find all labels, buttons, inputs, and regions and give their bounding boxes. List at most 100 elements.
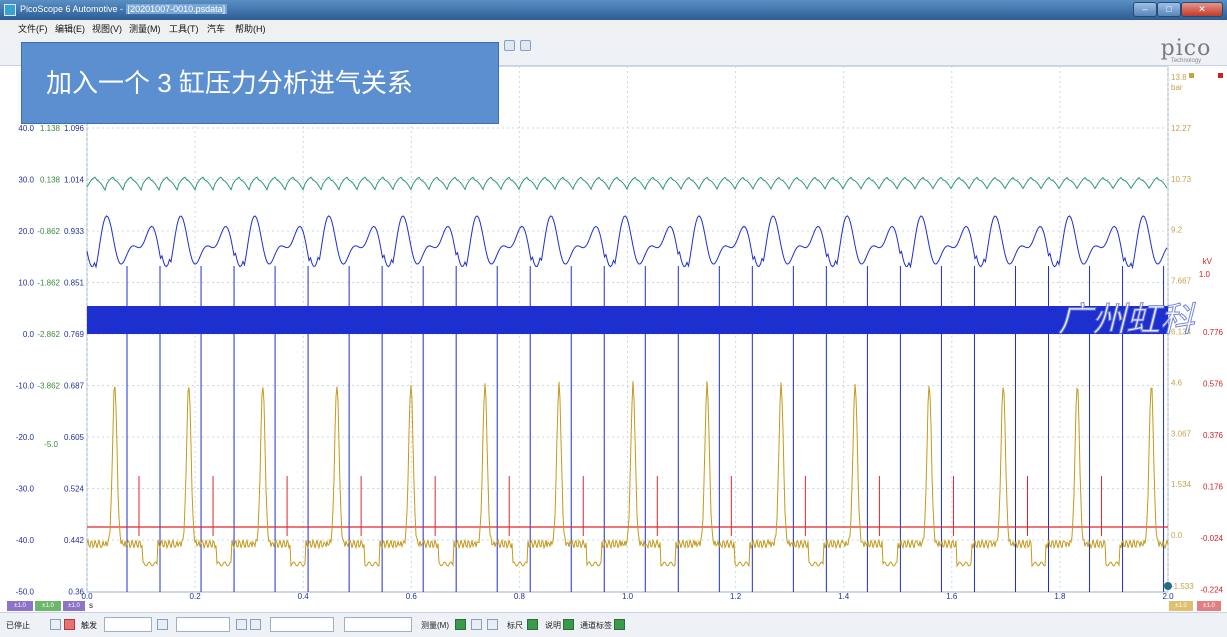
right-axis-kv-label: -0.224 bbox=[1200, 586, 1223, 595]
ruler-label[interactable]: 标尺 bbox=[507, 620, 523, 631]
right-axis-pressure-label: 3.067 bbox=[1171, 429, 1192, 438]
left-axis-a-label: 40.0 bbox=[18, 124, 34, 133]
right-axis-kv-label: 0.576 bbox=[1203, 380, 1224, 389]
trigger-mode-select[interactable] bbox=[104, 617, 152, 632]
left-axis-b-label: -2.862 bbox=[37, 330, 60, 339]
maximize-button[interactable]: □ bbox=[1157, 2, 1181, 17]
left-axis-a-label: -40.0 bbox=[16, 536, 35, 545]
right-axis-kv-label: -0.024 bbox=[1200, 534, 1223, 543]
left-axis-c-label: 0.442 bbox=[64, 536, 85, 545]
left-axis-c-label: 0.851 bbox=[64, 279, 85, 288]
left-axis-b-label: -0.862 bbox=[37, 227, 60, 236]
picoscope-app-icon bbox=[4, 4, 16, 16]
annotation-text: 加入一个 3 缸压力分析进气关系 bbox=[46, 68, 413, 98]
channel-a-range-badge[interactable]: ±1.0 bbox=[7, 601, 33, 611]
left-axis-a-label: -50.0 bbox=[16, 588, 35, 597]
close-button[interactable]: ✕ bbox=[1181, 2, 1223, 17]
scope-view[interactable]: 40.0 1.138 1.096 30.0 0.138 1.014 20.0 -0.862 0.… bbox=[0, 66, 1227, 626]
notes-icon[interactable] bbox=[563, 619, 574, 630]
add-measurement-icon[interactable] bbox=[455, 619, 466, 630]
channel-e-range-badge[interactable]: ±1.0 bbox=[1197, 601, 1221, 611]
left-axis-b-extra-label: -5.0 bbox=[44, 440, 58, 449]
stop-capture-icon[interactable] bbox=[64, 619, 75, 630]
document-title: [20201007-0010.psdata] bbox=[125, 4, 228, 14]
menu-bar: 文件(F) 编辑(E) 视图(V) 测量(M) 工具(T) 汽车 帮助(H) bbox=[0, 20, 1227, 34]
x-axis-unit: s bbox=[89, 601, 93, 610]
waveform-plot[interactable]: 40.0 1.138 1.096 30.0 0.138 1.014 20.0 -0.862 0.… bbox=[0, 66, 1227, 626]
left-axis-b-label: -1.862 bbox=[37, 279, 60, 288]
left-axis-b-label: -3.862 bbox=[37, 382, 60, 391]
right-axis-pressure-label: 9.2 bbox=[1171, 226, 1183, 235]
x-tick-label: 0.0 bbox=[81, 592, 93, 601]
pretrigger-field[interactable] bbox=[344, 617, 412, 632]
x-tick-label: 2.0 bbox=[1162, 592, 1174, 601]
channel-kv-marker bbox=[1218, 73, 1223, 78]
right-axis-pressure-label: 13.8 bbox=[1171, 73, 1187, 82]
left-axis-a-label: -20.0 bbox=[16, 433, 35, 442]
capture-status: 已停止 bbox=[6, 621, 30, 630]
x-tick-label: 1.4 bbox=[838, 592, 850, 601]
trigger-level-select[interactable] bbox=[176, 617, 230, 632]
window-title: PicoScope 6 Automotive - [20201007-0010.… bbox=[20, 4, 228, 14]
zero-marker-icon bbox=[1164, 582, 1172, 590]
watermark-text: 广州虹科 bbox=[1058, 300, 1196, 340]
right-axis-kv-label: 0.176 bbox=[1203, 483, 1224, 492]
trigger-edge-icon[interactable] bbox=[157, 619, 168, 630]
right-axis-pressure-unit: bar bbox=[1171, 83, 1183, 92]
left-axis-c-label: 0.687 bbox=[64, 382, 85, 391]
start-capture-icon[interactable] bbox=[50, 619, 61, 630]
annotation-banner: 加入一个 3 缸压力分析进气关系 bbox=[21, 42, 499, 124]
notes-label[interactable]: 说明 bbox=[545, 620, 561, 631]
channel-c-range-badge[interactable]: ±1.0 bbox=[63, 601, 85, 611]
left-axis-a-label: 10.0 bbox=[18, 279, 34, 288]
channel-pressure-marker bbox=[1189, 73, 1194, 78]
left-axis-c-label: 1.014 bbox=[64, 176, 85, 185]
left-axis-a-label: -30.0 bbox=[16, 485, 35, 494]
falling-edge-icon[interactable] bbox=[250, 619, 261, 630]
channel-labels-label[interactable]: 通道标签 bbox=[580, 620, 612, 631]
delete-measurement-icon[interactable] bbox=[487, 619, 498, 630]
x-tick-label: 1.8 bbox=[1054, 592, 1066, 601]
toolbar-scope-icon[interactable] bbox=[520, 40, 531, 51]
left-axis-c-label: 0.769 bbox=[64, 330, 85, 339]
left-axis-b-label: 1.138 bbox=[40, 124, 61, 133]
right-axis-kv-label: 0.376 bbox=[1203, 431, 1224, 440]
right-axis-kv-top: 1.0 bbox=[1199, 270, 1211, 279]
toolbar-view-icon[interactable] bbox=[504, 40, 515, 51]
ruler-icon[interactable] bbox=[527, 619, 538, 630]
app-title: PicoScope 6 Automotive - bbox=[20, 4, 126, 14]
rising-edge-icon[interactable] bbox=[236, 619, 247, 630]
right-axis-pressure-label: 0.0 bbox=[1171, 531, 1183, 540]
title-bar: PicoScope 6 Automotive - [20201007-0010.… bbox=[0, 0, 1227, 20]
measure-label[interactable]: 测量(M) bbox=[421, 620, 449, 631]
channel-d-range-badge[interactable]: ±1.0 bbox=[1169, 601, 1193, 611]
x-tick-label: 1.2 bbox=[730, 592, 742, 601]
left-axis-a-label: 30.0 bbox=[18, 176, 34, 185]
x-tick-label: 0.6 bbox=[406, 592, 418, 601]
trace-noise-band bbox=[87, 306, 1168, 334]
right-axis-pressure-label: 7.667 bbox=[1171, 277, 1192, 286]
x-axis-labels: 0.0 0.2 0.4 0.6 0.8 1.0 1.2 1.4 1.6 1.8 2.0 s bbox=[81, 592, 1174, 610]
right-axis-pressure-label: 1.534 bbox=[1171, 480, 1192, 489]
channel-labels-icon[interactable] bbox=[614, 619, 625, 630]
left-axis-c-label: 0.933 bbox=[64, 227, 85, 236]
x-tick-label: 1.6 bbox=[946, 592, 958, 601]
right-axis-pressure-label: 10.73 bbox=[1171, 175, 1192, 184]
x-tick-label: 0.8 bbox=[514, 592, 526, 601]
left-axis-a-label: 20.0 bbox=[18, 227, 34, 236]
left-axis-c-label: 0.524 bbox=[64, 485, 85, 494]
edit-measurement-icon[interactable] bbox=[471, 619, 482, 630]
left-axis-a-label: 0.0 bbox=[23, 330, 35, 339]
right-axis-kv-label: 0.776 bbox=[1203, 328, 1224, 337]
x-tick-label: 1.0 bbox=[622, 592, 634, 601]
trigger-position-field[interactable] bbox=[270, 617, 334, 632]
left-axis-c-label: 1.096 bbox=[64, 124, 85, 133]
minimize-button[interactable]: – bbox=[1133, 2, 1157, 17]
channel-b-range-badge[interactable]: ±1.0 bbox=[35, 601, 61, 611]
trigger-label: 触发 bbox=[81, 621, 97, 630]
right-axis-pressure-label: -1.533 bbox=[1171, 582, 1194, 591]
x-tick-label: 0.2 bbox=[190, 592, 202, 601]
right-axis-pressure-label: 4.6 bbox=[1171, 378, 1183, 387]
right-axis-kv-unit: kV bbox=[1203, 257, 1213, 266]
left-axis-c-label: 0.605 bbox=[64, 433, 85, 442]
